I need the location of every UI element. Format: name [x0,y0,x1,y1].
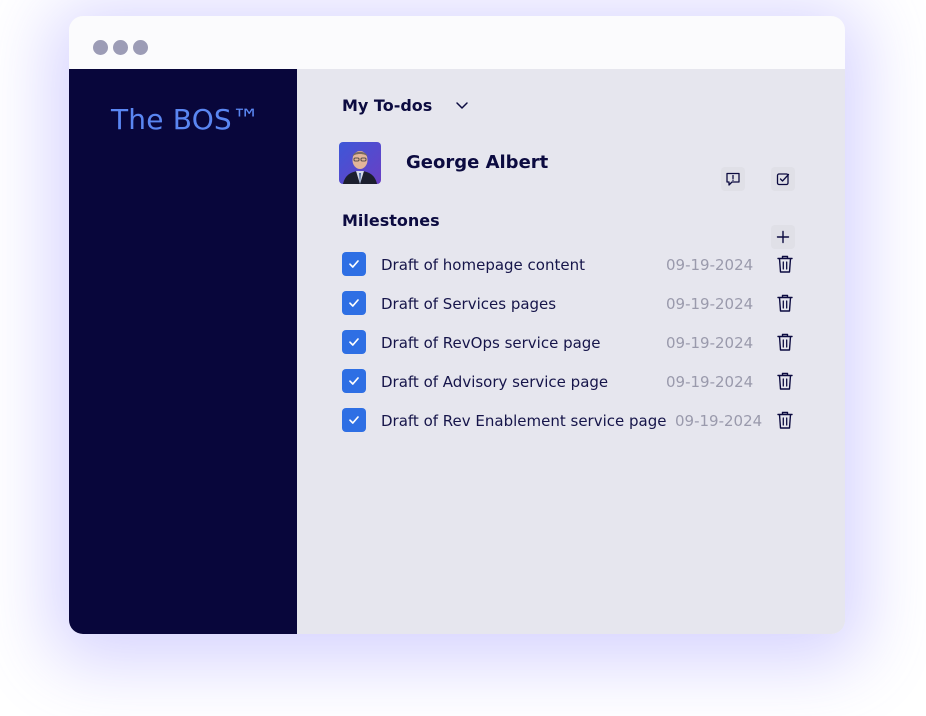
app-window: The BOS™ My To-dos George Albert Milesto… [69,16,845,634]
window-control-dot[interactable] [93,40,108,55]
plus-icon [776,230,790,244]
trash-icon[interactable] [776,293,794,313]
trash-icon[interactable] [776,410,794,430]
milestone-checkbox[interactable] [342,252,366,276]
list-item: Draft of Services pages 09-19-2024 [342,291,802,317]
window-control-dot[interactable] [113,40,128,55]
checkbox-icon [776,173,790,186]
milestone-date: 09-19-2024 [666,256,754,274]
milestone-checkbox[interactable] [342,330,366,354]
check-icon [349,338,359,346]
milestone-label: Draft of Services pages [381,295,557,313]
milestone-label: Draft of Advisory service page [381,373,609,391]
milestone-label: Draft of Rev Enablement service page [381,412,667,430]
feedback-button[interactable] [721,167,745,191]
list-item: Draft of RevOps service page 09-19-2024 [342,330,802,356]
sidebar: The BOS™ [69,69,297,634]
milestone-date: 09-19-2024 [666,373,754,391]
check-icon [349,377,359,385]
message-alert-icon [726,172,740,186]
milestone-date: 09-19-2024 [666,334,754,352]
trash-icon[interactable] [776,332,794,352]
milestone-checkbox[interactable] [342,291,366,315]
milestone-checkbox[interactable] [342,369,366,393]
window-control-dot[interactable] [133,40,148,55]
main-panel: My To-dos George Albert Milestones Draft… [297,69,845,634]
milestone-label: Draft of RevOps service page [381,334,601,352]
trash-icon[interactable] [776,371,794,391]
trash-icon[interactable] [776,254,794,274]
check-icon [349,416,359,424]
list-item: Draft of Advisory service page 09-19-2024 [342,369,802,395]
add-milestone-button[interactable] [771,225,795,249]
todos-dropdown-label[interactable]: My To-dos [342,96,432,115]
list-item: Draft of homepage content 09-19-2024 [342,252,802,278]
user-name: George Albert [406,152,549,173]
check-icon [349,260,359,268]
milestone-label: Draft of homepage content [381,256,585,274]
chevron-down-icon[interactable] [455,98,469,112]
avatar [339,142,381,184]
title-bar [69,16,845,69]
tasks-button[interactable] [771,167,795,191]
list-item: Draft of Rev Enablement service page 09-1… [342,408,802,434]
section-title: Milestones [342,211,440,230]
brand-logo-text: The BOS™ [111,103,261,136]
check-icon [349,299,359,307]
milestone-date: 09-19-2024 [666,295,754,313]
milestone-checkbox[interactable] [342,408,366,432]
milestone-date: 09-19-2024 [675,412,763,430]
